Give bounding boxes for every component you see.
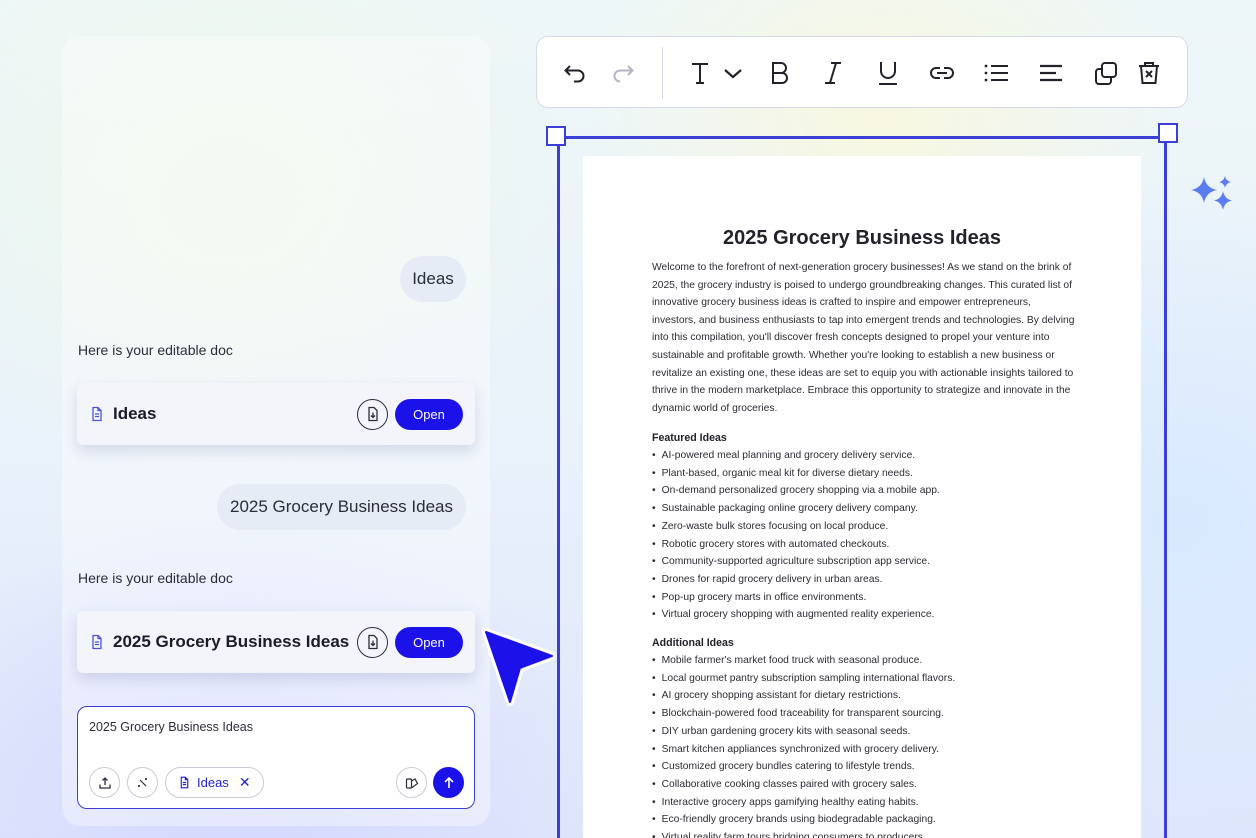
send-button[interactable]	[433, 767, 464, 798]
list-item[interactable]: Plant-based, organic meal kit for divers…	[652, 465, 1092, 483]
chat-panel: Ideas Here is your editable doc Ideas Op…	[62, 36, 490, 826]
featured-ideas-list: AI-powered meal planning and grocery del…	[652, 447, 1092, 624]
download-icon	[365, 406, 381, 422]
list-item[interactable]: Sustainable packaging online grocery del…	[652, 500, 1092, 518]
user-message-bubble: 2025 Grocery Business Ideas	[217, 484, 466, 530]
chip-label: Ideas	[197, 775, 229, 790]
link-icon	[928, 59, 956, 87]
list-item[interactable]: Eco-friendly grocery brands using biodeg…	[652, 811, 1092, 829]
chat-input-box[interactable]: 2025 Grocery Business Ideas Ideas ✕	[77, 706, 475, 809]
magic-button[interactable]	[127, 767, 158, 798]
bullet-list-button[interactable]	[980, 57, 1012, 89]
magic-wand-icon	[136, 776, 150, 790]
list-item[interactable]: Mobile farmer's market food truck with s…	[652, 652, 1092, 670]
delete-button[interactable]	[1133, 57, 1165, 89]
undo-button[interactable]	[559, 57, 591, 89]
align-left-icon	[1037, 59, 1065, 87]
text-style-button[interactable]	[684, 57, 716, 89]
underline-icon	[874, 59, 902, 87]
additional-ideas-list: Mobile farmer's market food truck with s…	[652, 652, 1092, 838]
list-item[interactable]: Customized grocery bundles catering to l…	[652, 758, 1092, 776]
undo-icon	[561, 59, 589, 87]
list-item[interactable]: Virtual grocery shopping with augmented …	[652, 606, 1092, 624]
bullet-list-icon	[982, 59, 1010, 87]
list-item[interactable]: On-demand personalized grocery shopping …	[652, 482, 1092, 500]
bold-icon	[765, 59, 793, 87]
list-item[interactable]: Blockchain-powered food traceability for…	[652, 705, 1092, 723]
upload-button[interactable]	[89, 767, 120, 798]
chevron-down-icon	[721, 61, 745, 85]
list-item[interactable]: Robotic grocery stores with automated ch…	[652, 536, 1092, 554]
resize-handle-top-left[interactable]	[546, 126, 566, 146]
document-file-icon	[178, 776, 191, 789]
delete-icon	[1135, 59, 1163, 87]
document-file-icon	[89, 634, 105, 650]
document-file-icon	[89, 406, 105, 422]
italic-button[interactable]	[817, 57, 849, 89]
list-item[interactable]: DIY urban gardening grocery kits with se…	[652, 723, 1092, 741]
list-item[interactable]: AI grocery shopping assistant for dietar…	[652, 687, 1092, 705]
list-item[interactable]: Zero-waste bulk stores focusing on local…	[652, 518, 1092, 536]
doc-card[interactable]: 2025 Grocery Business Ideas Open	[77, 611, 475, 673]
underline-button[interactable]	[872, 57, 904, 89]
doc-card-title: 2025 Grocery Business Ideas	[113, 632, 350, 651]
italic-icon	[819, 59, 847, 87]
toolbar-divider	[662, 47, 663, 99]
download-button[interactable]	[357, 626, 388, 658]
open-button[interactable]: Open	[395, 398, 463, 430]
assistant-reply-text: Here is your editable doc	[78, 342, 233, 358]
list-item[interactable]: Drones for rapid grocery delivery in urb…	[652, 571, 1092, 589]
duplicate-button[interactable]	[1090, 57, 1122, 89]
section-heading[interactable]: Additional Ideas	[652, 637, 734, 649]
list-item[interactable]: Collaborative cooking classes paired wit…	[652, 776, 1092, 794]
arrow-up-icon	[442, 776, 456, 790]
redo-icon	[609, 59, 637, 87]
attached-doc-chip[interactable]: Ideas ✕	[165, 767, 264, 798]
open-button[interactable]: Open	[395, 626, 463, 658]
doc-card-title: Ideas	[113, 404, 157, 423]
doc-card[interactable]: Ideas Open	[77, 383, 475, 445]
document-page[interactable]: 2025 Grocery Business Ideas Welcome to t…	[583, 156, 1141, 838]
list-item[interactable]: Community-supported agriculture subscrip…	[652, 553, 1092, 571]
duplicate-icon	[1092, 59, 1120, 87]
list-item[interactable]: AI-powered meal planning and grocery del…	[652, 447, 1092, 465]
resize-handle-top-right[interactable]	[1158, 123, 1178, 143]
redo-button[interactable]	[607, 57, 639, 89]
list-item[interactable]: Interactive grocery apps gamifying healt…	[652, 794, 1092, 812]
close-icon[interactable]: ✕	[239, 774, 251, 791]
assistant-reply-text: Here is your editable doc	[78, 570, 233, 586]
text-style-dropdown[interactable]	[717, 57, 749, 89]
style-button[interactable]	[396, 767, 427, 798]
section-heading[interactable]: Featured Ideas	[652, 432, 727, 444]
user-message-bubble: Ideas	[400, 256, 466, 302]
align-left-button[interactable]	[1035, 57, 1067, 89]
document-title[interactable]: 2025 Grocery Business Ideas	[583, 227, 1141, 250]
sparkle-icon	[1189, 175, 1237, 220]
palette-icon	[405, 776, 419, 790]
upload-icon	[98, 776, 112, 790]
document-intro[interactable]: Welcome to the forefront of next-generat…	[652, 259, 1077, 417]
bold-button[interactable]	[763, 57, 795, 89]
download-icon	[365, 634, 381, 650]
editor-toolbar	[536, 36, 1188, 108]
list-item[interactable]: Smart kitchen appliances synchronized wi…	[652, 741, 1092, 759]
link-button[interactable]	[926, 57, 958, 89]
download-button[interactable]	[357, 398, 388, 430]
list-item[interactable]: Virtual reality farm tours bridging cons…	[652, 829, 1092, 838]
chat-input-field[interactable]: 2025 Grocery Business Ideas	[89, 720, 253, 734]
pointer-cursor-icon	[478, 624, 558, 715]
list-item[interactable]: Pop-up grocery marts in office environme…	[652, 589, 1092, 607]
list-item[interactable]: Local gourmet pantry subscription sampli…	[652, 670, 1092, 688]
text-style-icon	[686, 59, 714, 87]
